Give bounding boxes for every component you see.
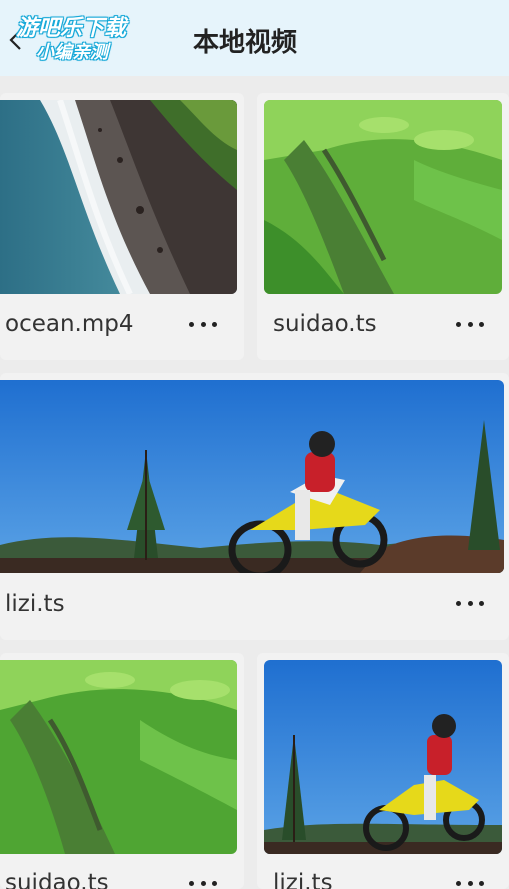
watermark-line-2: 小编亲测 bbox=[36, 42, 108, 63]
video-name: lizi.ts bbox=[5, 591, 65, 617]
video-card[interactable]: lizi.ts bbox=[0, 373, 509, 640]
more-options-icon[interactable] bbox=[456, 593, 484, 613]
more-options-icon[interactable] bbox=[189, 314, 217, 334]
video-name: suidao.ts bbox=[273, 311, 377, 337]
more-options-icon[interactable] bbox=[189, 873, 217, 889]
video-card[interactable]: ocean.mp4 bbox=[0, 93, 244, 360]
watermark-logo: 游吧乐下载 小编亲测 bbox=[14, 8, 150, 68]
video-thumbnail-motocross-rider[interactable] bbox=[0, 380, 504, 573]
app-header: 游吧乐下载 小编亲测 本地视频 bbox=[0, 0, 509, 76]
video-name: suidao.ts bbox=[5, 870, 109, 889]
video-thumbnail-aerial-coastline[interactable] bbox=[0, 100, 237, 294]
more-options-icon[interactable] bbox=[456, 314, 484, 334]
video-thumbnail-green-hillside[interactable] bbox=[264, 100, 502, 294]
video-card[interactable]: suidao.ts bbox=[257, 93, 509, 360]
video-name: ocean.mp4 bbox=[5, 311, 134, 337]
video-thumbnail-green-hillside[interactable] bbox=[0, 660, 237, 854]
video-thumbnail-motocross-rider[interactable] bbox=[264, 660, 502, 854]
video-card[interactable]: suidao.ts bbox=[0, 653, 244, 889]
more-options-icon[interactable] bbox=[456, 873, 484, 889]
video-card[interactable]: lizi.ts bbox=[257, 653, 509, 889]
page-title: 本地视频 bbox=[193, 28, 298, 58]
video-name: lizi.ts bbox=[273, 870, 333, 889]
